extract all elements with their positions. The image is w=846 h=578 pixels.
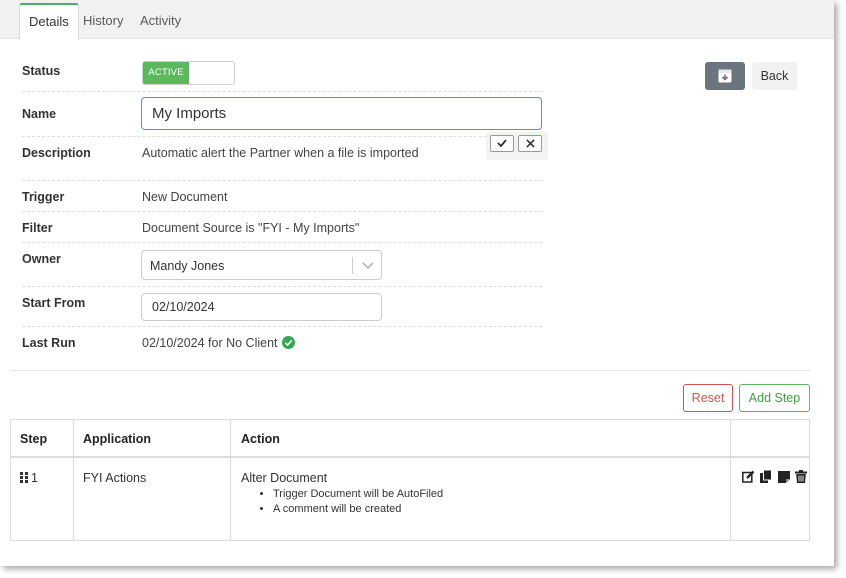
column-divider [230,420,231,540]
last-run-label: Last Run [22,336,76,350]
status-label: Status [22,64,61,78]
cancel-button[interactable] [518,135,542,152]
back-button[interactable]: Back [752,62,797,90]
note-icon[interactable] [777,470,790,488]
automation-details-panel: Details History Activity Status ACTIVE N… [0,0,834,566]
steps-table: Step Application Action 1 FYI Actions Al… [10,419,810,541]
archive-icon [718,69,732,83]
step-action: Alter Document [241,471,328,485]
tab-history[interactable]: History [74,3,132,39]
owner-select-value: Mandy Jones [150,259,225,273]
description-label: Description [22,146,91,160]
row-divider [22,91,542,92]
tab-bar: Details History Activity [0,0,834,40]
column-header-step: Step [20,432,48,446]
tab-activity[interactable]: Activity [131,3,190,39]
check-icon [497,139,507,148]
success-check-icon [282,336,295,349]
status-toggle[interactable]: ACTIVE [142,61,235,85]
archive-button[interactable] [705,62,745,90]
owner-select[interactable]: Mandy Jones [141,250,382,280]
trigger-label: Trigger [22,190,65,204]
row-divider [22,136,542,137]
select-divider [352,257,353,274]
reset-button[interactable]: Reset [683,384,733,412]
inline-edit-actions [486,132,548,160]
list-item: Trigger Document will be AutoFiled [273,488,443,500]
section-divider [10,370,810,371]
add-step-button[interactable]: Add Step [739,384,810,412]
step-action-details: Trigger Document will be AutoFiled A com… [232,488,443,518]
description-value[interactable]: Automatic alert the Partner when a file … [142,146,419,160]
name-label: Name [22,107,57,121]
row-divider [22,211,542,212]
owner-label: Owner [22,252,61,266]
edit-icon[interactable] [742,470,755,488]
filter-value: Document Source is "FYI - My Imports" [142,221,360,235]
column-header-application: Application [83,432,152,446]
chevron-down-icon[interactable] [360,257,376,273]
table-header: Step Application Action [11,420,809,458]
drag-handle-icon[interactable] [20,472,29,483]
last-run-value: 02/10/2024 for No Client [142,336,278,350]
tab-details[interactable]: Details [19,3,79,40]
column-divider [73,420,74,540]
row-divider [22,180,542,181]
step-number: 1 [31,471,38,485]
column-header-action: Action [241,432,280,446]
name-input[interactable] [141,97,542,130]
start-from-input[interactable] [141,293,382,321]
trigger-value: New Document [142,190,228,204]
row-divider [22,326,542,327]
step-application: FYI Actions [83,471,147,485]
row-divider [22,286,542,287]
trash-icon[interactable] [795,470,808,488]
column-divider [730,420,731,540]
list-item: A comment will be created [273,503,443,515]
close-icon [525,139,535,148]
filter-label: Filter [22,221,53,235]
status-toggle-label: ACTIVE [143,62,189,84]
start-from-label: Start From [22,296,86,310]
row-divider [22,242,542,243]
row-actions [742,469,808,488]
confirm-button[interactable] [490,135,514,152]
copy-icon[interactable] [760,469,773,488]
